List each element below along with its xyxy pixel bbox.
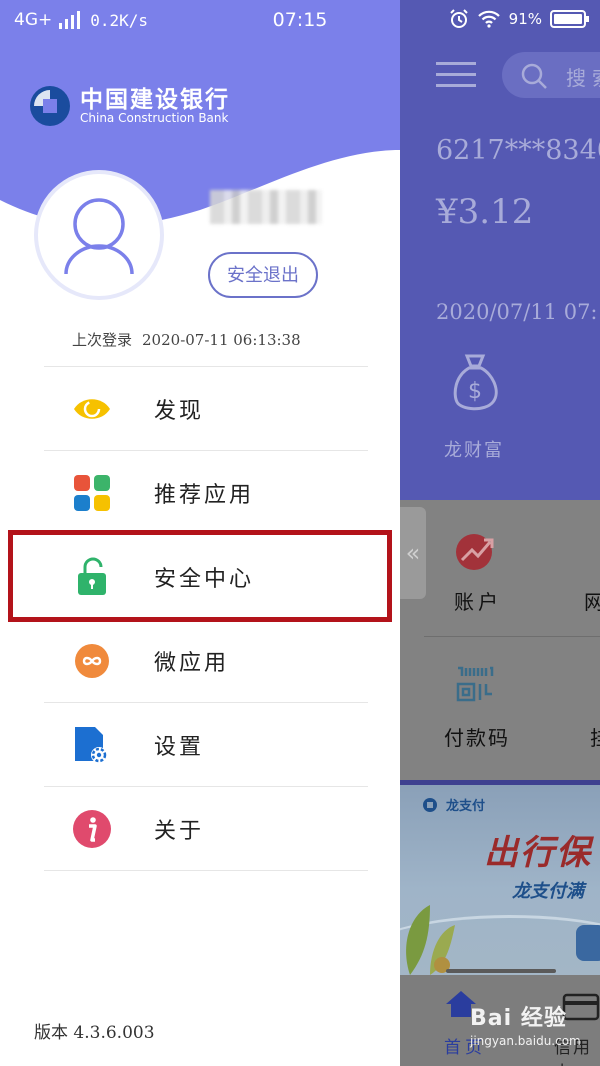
banner-subtitle: 龙支付满 xyxy=(512,881,584,902)
battery-icon xyxy=(550,10,589,28)
drawer-collapse-handle[interactable]: « xyxy=(400,507,426,599)
search-placeholder: 搜索 xyxy=(566,66,600,90)
menu-label: 发现 xyxy=(154,398,205,424)
last-login-time: 2020-07-11 06:13:38 xyxy=(142,331,301,349)
account-card: 搜索 6217***8340 ¥3.12 2020/07/11 07:1 $ 龙… xyxy=(400,0,600,500)
last-login-label: 上次登录 xyxy=(72,331,133,349)
timestamp: 2020/07/11 07:1 xyxy=(436,300,600,324)
highlight-box xyxy=(8,530,392,622)
menu-item-about[interactable]: 关于 xyxy=(44,786,368,871)
infinity-icon xyxy=(70,639,114,683)
watermark-url: jingyan.baidu.com xyxy=(470,1034,581,1048)
bank-logo: 中国建设银行 China Construction Bank xyxy=(28,84,230,128)
user-icon xyxy=(64,198,134,275)
last-login: 上次登录 2020-07-11 06:13:38 xyxy=(72,329,311,350)
shortcut-grid: 账户 网 付款码 挂 xyxy=(400,500,600,780)
chevrons-left-icon: « xyxy=(405,539,421,567)
alarm-icon xyxy=(449,9,468,28)
menu-icon[interactable] xyxy=(436,60,478,90)
menu-item-micro-apps[interactable]: 微应用 xyxy=(44,618,368,702)
info-icon xyxy=(70,807,114,851)
ccb-logo-icon xyxy=(30,86,70,126)
username-blurred xyxy=(210,190,322,224)
menu-label: 推荐应用 xyxy=(154,482,255,508)
network-label: 网 xyxy=(584,590,600,614)
menu-label: 关于 xyxy=(154,818,205,844)
logout-button[interactable]: 安全退出 xyxy=(208,252,318,298)
balance: ¥3.12 xyxy=(436,192,534,232)
bank-name-cn: 中国建设银行 xyxy=(80,86,230,113)
search-bar[interactable]: 搜索 xyxy=(502,52,600,98)
qr-pay-icon[interactable] xyxy=(454,664,496,706)
other-label: 挂 xyxy=(590,722,600,751)
bank-name-en: China Construction Bank xyxy=(80,110,229,125)
wifi-icon xyxy=(477,10,500,28)
app-version: 版本 4.3.6.003 xyxy=(34,1023,155,1043)
account-label: 账户 xyxy=(454,590,502,614)
search-icon xyxy=(521,63,547,89)
menu-item-recommended-apps[interactable]: 推荐应用 xyxy=(44,450,368,534)
promo-banner[interactable]: 龙支付 出行保 龙支付满 xyxy=(400,785,600,975)
status-bar: 4G+ 0.2K/s 07:15 91% xyxy=(0,0,600,40)
menu-label: 设置 xyxy=(154,734,205,760)
avatar[interactable] xyxy=(34,170,164,300)
ccb-logo-small xyxy=(423,798,437,812)
settings-doc-icon xyxy=(70,723,114,767)
banner-title: 出行保 xyxy=(484,833,592,873)
wealth-label: 龙财富 xyxy=(444,440,504,461)
menu-item-discover[interactable]: 发现 xyxy=(44,366,368,450)
eye-icon xyxy=(70,387,114,431)
menu-label: 微应用 xyxy=(154,650,230,676)
menu-item-settings[interactable]: 设置 xyxy=(44,702,368,786)
apps-grid-icon xyxy=(70,471,114,515)
baidu-watermark: Bai 经验 jingyan.baidu.com xyxy=(470,1000,581,1048)
background-app: 搜索 6217***8340 ¥3.12 2020/07/11 07:1 $ 龙… xyxy=(400,0,600,1066)
account-icon[interactable] xyxy=(454,530,496,572)
leaf-decoration xyxy=(406,905,455,975)
card-number: 6217***8340 xyxy=(436,135,600,166)
money-bag-icon: $ xyxy=(453,354,498,411)
watermark-brand: Bai 经验 xyxy=(470,1006,567,1031)
banner-brand: 龙支付 xyxy=(446,799,486,814)
pay-code-label: 付款码 xyxy=(444,726,510,750)
battery-percent: 91% xyxy=(508,10,542,28)
svg-text:$: $ xyxy=(468,379,482,404)
